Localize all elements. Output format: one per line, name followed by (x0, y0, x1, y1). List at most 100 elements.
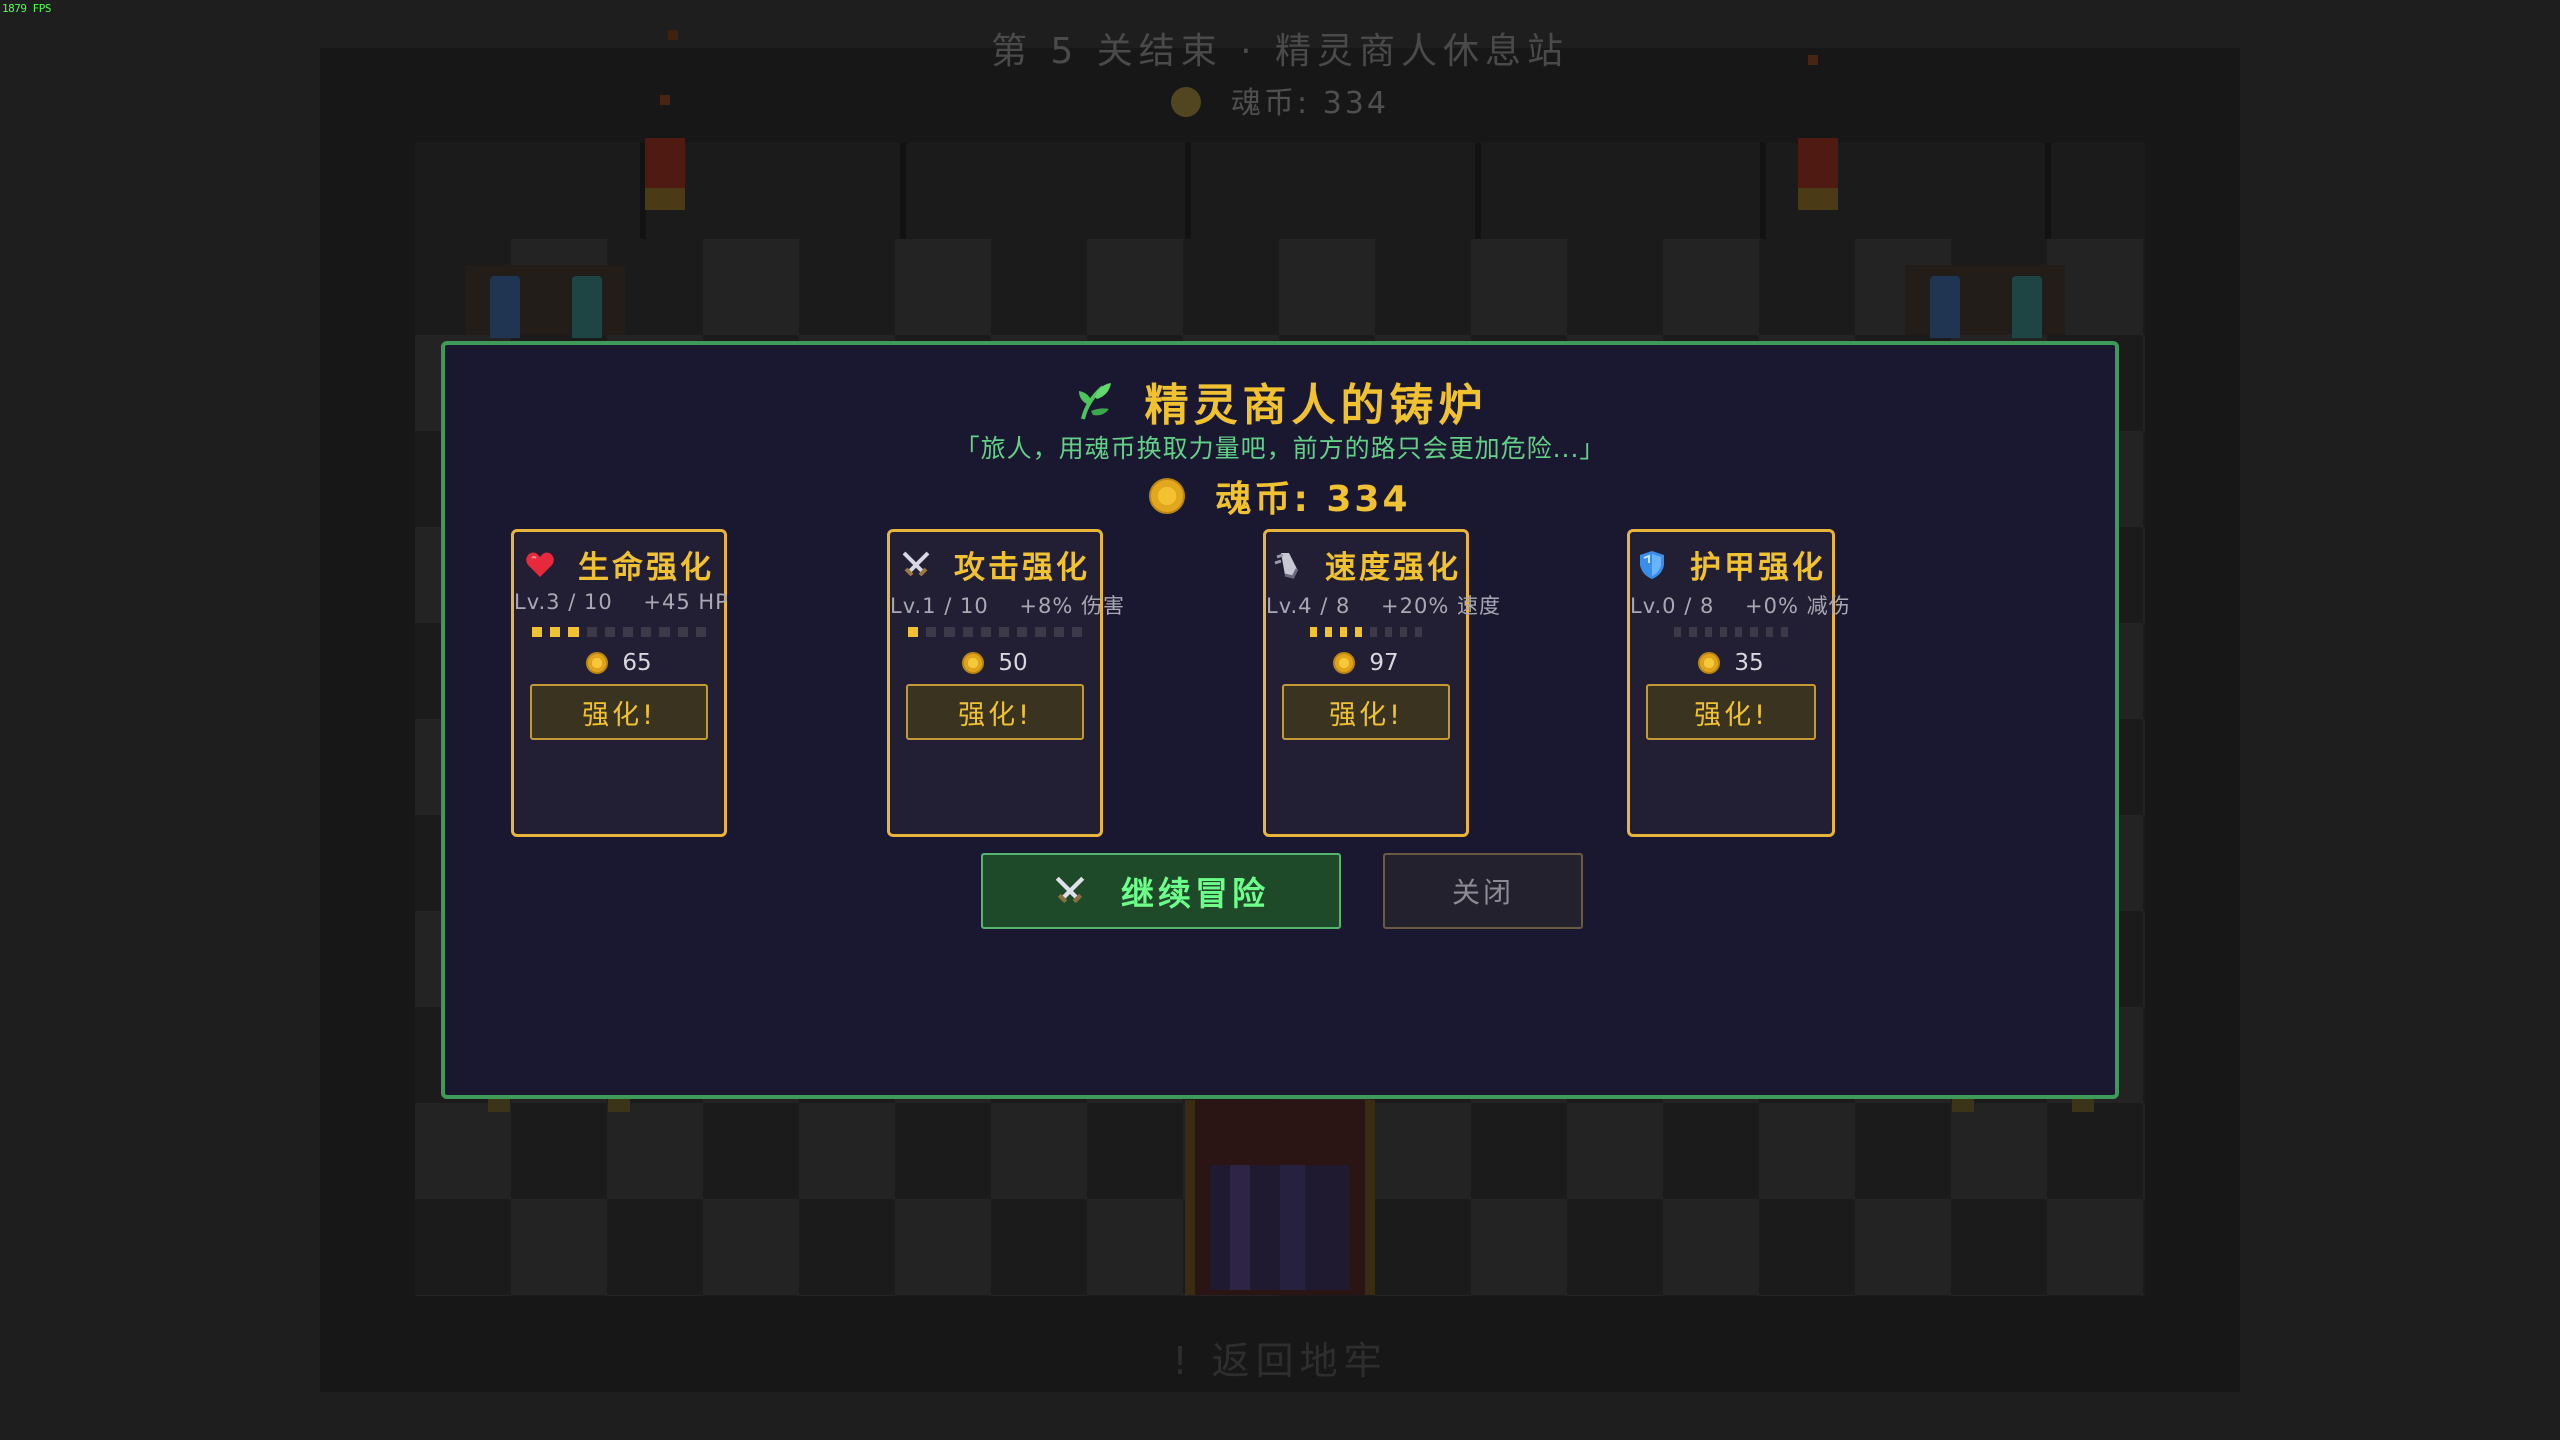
level-pip-empty (1035, 627, 1046, 637)
boot-icon (1274, 552, 1299, 579)
level-pip-empty (1750, 627, 1758, 637)
level-progress (532, 627, 707, 639)
coin-icon (1149, 478, 1186, 514)
coin-icon (586, 652, 609, 674)
wall-pillar (2045, 143, 2051, 239)
dialog-header: 精灵商人的铸炉 (445, 369, 2115, 433)
wall-pillar (1185, 143, 1191, 239)
upgrade-card-health: 生命强化 Lv.3 / 10 +45 HP 65 强化! (511, 529, 729, 837)
wall-pillar (1760, 143, 1766, 239)
crossed-swords-icon (902, 551, 930, 576)
level-pip-empty (1689, 627, 1697, 637)
level-pip-filled (1340, 627, 1347, 637)
level-progress (908, 627, 1083, 639)
level-pip-empty (1370, 627, 1377, 637)
shield-icon (1640, 550, 1664, 579)
level-pip-filled (1310, 627, 1317, 637)
torch-right (1798, 138, 1838, 210)
level-pip-empty (1017, 627, 1028, 637)
level-pip-empty (623, 627, 634, 637)
level-pip-empty (980, 627, 992, 637)
portal-glow (1210, 1165, 1350, 1290)
merchant-shop-dialog: 精灵商人的铸炉 「旅人，用魂币换取力量吧，前方的路只会更加危险...」 魂币: … (441, 341, 2119, 1099)
upgrade-card-attack: 攻击强化 Lv.1 / 10 +8% 伤害 50 强化! (887, 529, 1125, 837)
level-pip-empty (1071, 627, 1083, 637)
level-pip-empty (641, 627, 652, 637)
coin-balance: 魂币: 334 (445, 470, 2115, 522)
dungeon-portal (1185, 1100, 1375, 1295)
dialog-title: 精灵商人的铸炉 (1144, 380, 1488, 431)
upgrade-stats: Lv.1 / 10 +8% 伤害 (890, 594, 1125, 618)
exit-hint: ! 返回地牢 (1172, 1339, 1388, 1383)
leaf-icon (1078, 383, 1111, 420)
level-pip-empty (1704, 627, 1712, 637)
upgrade-button-attack[interactable]: 强化! (906, 684, 1084, 740)
level-pip-empty (1053, 627, 1064, 637)
upgrade-cost: 65 (514, 650, 724, 676)
upgrade-button-speed[interactable]: 强化! (1282, 684, 1450, 740)
upgrade-cost-value: 65 (622, 650, 652, 676)
coin-icon (1333, 652, 1356, 674)
upgrade-cost-value: 50 (998, 650, 1028, 676)
upgrade-cost-value: 97 (1369, 650, 1399, 676)
upgrade-card-armor: 护甲强化 Lv.0 / 8 +0% 减伤 35 强化! (1627, 529, 1851, 837)
wall-pillar (1475, 143, 1481, 239)
upgrade-title: 速度强化 (1325, 550, 1461, 586)
level-progress (1310, 627, 1422, 639)
level-pip-empty (1400, 627, 1407, 637)
level-pip-empty (677, 627, 688, 637)
level-pip-filled (550, 627, 561, 637)
level-pip-empty (1385, 627, 1392, 637)
level-pip-empty (1735, 627, 1743, 637)
level-pip-empty (1765, 627, 1773, 637)
upgrade-button-armor[interactable]: 强化! (1646, 684, 1816, 740)
hud-coins-label: 魂币: 334 (1231, 86, 1389, 121)
level-status-title: 第 5 关结束 · 精灵商人休息站 (990, 31, 1570, 72)
upgrade-button-health[interactable]: 强化! (530, 684, 708, 740)
level-pip-empty (659, 627, 670, 637)
floor-post (608, 1098, 630, 1112)
level-pip-empty (1719, 627, 1727, 637)
floor-post (488, 1098, 510, 1112)
level-pip-filled (908, 627, 919, 637)
level-pip-filled (532, 627, 543, 637)
level-pip-empty (1674, 627, 1682, 637)
upgrade-card-speed: 速度强化 Lv.4 / 8 +20% 速度 97 强化! (1263, 529, 1501, 837)
coin-icon (1171, 87, 1202, 117)
potion-bottle (2012, 276, 2042, 338)
potion-bottle (490, 276, 520, 338)
upgrade-cost: 50 (890, 650, 1100, 676)
upgrade-title: 护甲强化 (1690, 550, 1826, 586)
potion-bottle (1930, 276, 1960, 338)
level-progress (1674, 627, 1788, 639)
upgrade-stats: Lv.0 / 8 +0% 减伤 (1630, 594, 1851, 618)
level-pip-empty (604, 627, 616, 637)
level-pip-filled (1325, 627, 1332, 637)
crossed-swords-icon (1055, 876, 1085, 904)
heart-icon (526, 552, 554, 577)
level-pip-empty (1780, 627, 1788, 637)
merchant-quote: 「旅人，用魂币换取力量吧，前方的路只会更加危险...」 (954, 434, 1606, 463)
upgrade-cost-value: 35 (1734, 650, 1764, 676)
level-pip-filled (568, 627, 579, 637)
level-pip-empty (926, 627, 937, 637)
continue-button-label: 继续冒险 (1121, 874, 1269, 913)
level-pip-filled (1355, 627, 1362, 637)
upgrade-cost: 97 (1266, 650, 1466, 676)
level-pip-empty (1415, 627, 1422, 637)
fps-counter: 1879 FPS (2, 2, 51, 15)
torch-left (645, 138, 685, 210)
hud-coin-counter: 魂币: 334 (0, 78, 2560, 122)
upgrade-title: 生命强化 (578, 550, 714, 586)
upgrade-title: 攻击强化 (954, 550, 1090, 586)
close-button[interactable]: 关闭 (1383, 853, 1583, 929)
upgrade-stats: Lv.3 / 10 +45 HP (514, 590, 729, 614)
level-pip-empty (962, 627, 973, 637)
level-pip-empty (944, 627, 955, 637)
level-pip-empty (695, 627, 707, 637)
continue-adventure-button[interactable]: 继续冒险 (981, 853, 1341, 929)
upgrade-cost: 35 (1630, 650, 1832, 676)
potion-bottle (572, 276, 602, 338)
level-pip-empty (586, 627, 597, 637)
upgrade-stats: Lv.4 / 8 +20% 速度 (1266, 594, 1501, 618)
